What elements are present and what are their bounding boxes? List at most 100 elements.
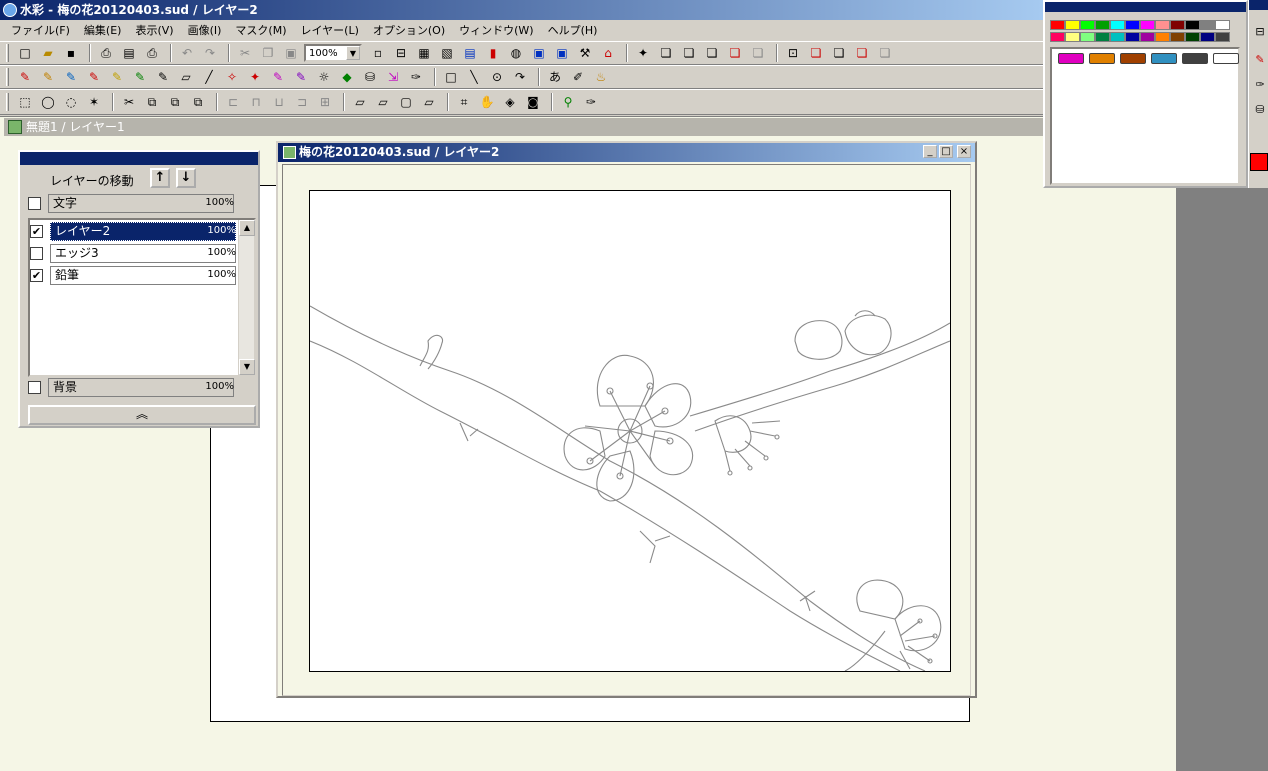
brush-preset[interactable] <box>1120 53 1146 64</box>
info-icon[interactable]: ▤ <box>460 43 480 63</box>
document-title[interactable]: 梅の花20120403.sud / レイヤー2 <box>278 143 975 162</box>
color-swatch[interactable] <box>1185 20 1200 30</box>
gradient-icon[interactable]: ⇲ <box>383 67 403 87</box>
blend-tool-icon[interactable]: ⛁ <box>1251 100 1268 120</box>
dropper-tool-icon[interactable]: ✑ <box>1251 75 1268 95</box>
color-swatch[interactable] <box>1200 20 1215 30</box>
print-icon[interactable]: ⎙ <box>96 43 116 63</box>
fit-icon[interactable]: ◈ <box>500 92 520 112</box>
color-swatch[interactable] <box>1125 32 1140 42</box>
color-swatch[interactable] <box>1065 20 1080 30</box>
drawing-canvas[interactable] <box>309 190 951 672</box>
layer-properties-icon[interactable]: ❏ <box>748 43 768 63</box>
pen-icon[interactable]: ✎ <box>15 67 35 87</box>
color-swatch[interactable] <box>1110 32 1125 42</box>
color-swatch[interactable] <box>1050 32 1065 42</box>
crop-icon[interactable]: ⌗ <box>454 92 474 112</box>
spray-icon[interactable]: ✧ <box>222 67 242 87</box>
brush-preset[interactable] <box>1151 53 1177 64</box>
zoom-select[interactable]: 100% ▼ <box>304 44 362 62</box>
color-swatch[interactable] <box>1215 32 1230 42</box>
toolbar-grip[interactable] <box>6 44 9 62</box>
text-brush-icon[interactable]: ✐ <box>568 67 588 87</box>
color-swatch[interactable] <box>1200 32 1215 42</box>
layer-visibility-checkbox[interactable]: ✔ <box>30 269 43 282</box>
brush-preset[interactable] <box>1213 53 1239 64</box>
color-swatch[interactable] <box>1080 20 1095 30</box>
layer-row[interactable]: ✔ 鉛筆 100% <box>30 266 258 285</box>
color-swatch[interactable] <box>1125 20 1140 30</box>
rect-select-icon[interactable]: ⬚ <box>15 92 35 112</box>
color-swatch[interactable] <box>1110 20 1125 30</box>
layer-row-top[interactable]: 文字 100% <box>28 194 256 213</box>
palette-title-bar[interactable] <box>1045 2 1246 12</box>
hand-icon[interactable]: ✋ <box>477 92 497 112</box>
minimized-window-title[interactable]: 無題1 / レイヤー1 <box>4 118 1044 136</box>
ellipse-select-icon[interactable]: ◯ <box>38 92 58 112</box>
home-icon[interactable]: ⌂ <box>598 43 618 63</box>
layer-edit-icon[interactable]: ❏ <box>829 43 849 63</box>
color-swatch[interactable] <box>1185 32 1200 42</box>
brush-icon[interactable]: ✎ <box>38 67 58 87</box>
bucket-icon[interactable]: ◆ <box>337 67 357 87</box>
layer-row[interactable]: ✔ レイヤー2 100% <box>30 222 258 241</box>
maximize-button[interactable]: □ <box>939 145 953 158</box>
tile-icon[interactable]: ⊟ <box>391 43 411 63</box>
layer-panel-title-bar[interactable] <box>20 152 258 165</box>
wet-brush-icon[interactable]: ✎ <box>61 67 81 87</box>
text-tool-icon[interactable]: あ <box>545 67 565 87</box>
menu-file[interactable]: ファイル(F) <box>4 22 77 38</box>
paste-icon[interactable]: ▣ <box>281 43 301 63</box>
current-color-swatch[interactable] <box>1250 153 1268 171</box>
brush-preset[interactable] <box>1182 53 1208 64</box>
toolbar-grip[interactable] <box>6 93 9 111</box>
copy-layer-icon[interactable]: ❏ <box>656 43 676 63</box>
thin-pen-icon[interactable]: ╱ <box>199 67 219 87</box>
layer-clear-icon[interactable]: ❏ <box>875 43 895 63</box>
print-preview-icon[interactable]: ▤ <box>119 43 139 63</box>
save-icon[interactable]: ▪ <box>61 43 81 63</box>
highlighter-icon[interactable]: ✎ <box>291 67 311 87</box>
align-left-icon[interactable]: ⊏ <box>223 92 243 112</box>
stamp-icon[interactable]: ⛁ <box>360 67 380 87</box>
menu-layer[interactable]: レイヤー(L) <box>293 22 365 38</box>
actual-size-icon[interactable]: ◙ <box>523 92 543 112</box>
eraser-icon[interactable]: ▱ <box>176 67 196 87</box>
menu-edit[interactable]: 編集(E) <box>77 22 129 38</box>
layer-mask-icon[interactable]: ❏ <box>852 43 872 63</box>
navigator-icon[interactable]: ▧ <box>437 43 457 63</box>
color-swatch[interactable] <box>1215 20 1230 30</box>
menu-help[interactable]: ヘルプ(H) <box>541 22 605 38</box>
magic-wand-icon[interactable]: ✶ <box>84 92 104 112</box>
new-layer-icon[interactable]: ✦ <box>633 43 653 63</box>
layer-list-scrollbar[interactable]: ▲ ▼ <box>238 220 255 375</box>
scroll-down-button[interactable]: ▼ <box>239 359 255 375</box>
merge-layer-icon[interactable]: ❏ <box>679 43 699 63</box>
marker-icon[interactable]: ✎ <box>130 67 150 87</box>
color-swatch[interactable] <box>1170 32 1185 42</box>
layer-tool-icon[interactable]: ⊟ <box>1251 22 1268 42</box>
select-paste-icon[interactable]: ⧉ <box>165 92 185 112</box>
layer-visibility-checkbox[interactable]: ✔ <box>30 225 43 238</box>
eyedropper-icon[interactable]: ✑ <box>581 92 601 112</box>
color-swatch[interactable] <box>1170 20 1185 30</box>
color-swatch[interactable] <box>1065 32 1080 42</box>
rotate-icon[interactable]: ▱ <box>419 92 439 112</box>
lasso-select-icon[interactable]: ◌ <box>61 92 81 112</box>
color-swatch[interactable] <box>1095 32 1110 42</box>
layer-row[interactable]: エッジ3 100% <box>30 244 258 263</box>
light-icon[interactable]: ☼ <box>314 67 334 87</box>
menu-view[interactable]: 表示(V) <box>128 22 180 38</box>
menu-image[interactable]: 画像(I) <box>181 22 229 38</box>
close-button[interactable]: × <box>957 145 971 158</box>
open-folder-icon[interactable]: ▰ <box>38 43 58 63</box>
book-icon[interactable]: ▮ <box>483 43 503 63</box>
new-file-icon[interactable]: □ <box>15 43 35 63</box>
color-swatch[interactable] <box>1080 32 1095 42</box>
curve-icon[interactable]: ↷ <box>510 67 530 87</box>
align-center-icon[interactable]: ⊓ <box>246 92 266 112</box>
seal-icon[interactable]: ♨ <box>591 67 611 87</box>
tool-window-icon[interactable]: ⚒ <box>575 43 595 63</box>
menu-window[interactable]: ウィンドウ(W) <box>452 22 540 38</box>
blend-icon[interactable]: ✎ <box>268 67 288 87</box>
